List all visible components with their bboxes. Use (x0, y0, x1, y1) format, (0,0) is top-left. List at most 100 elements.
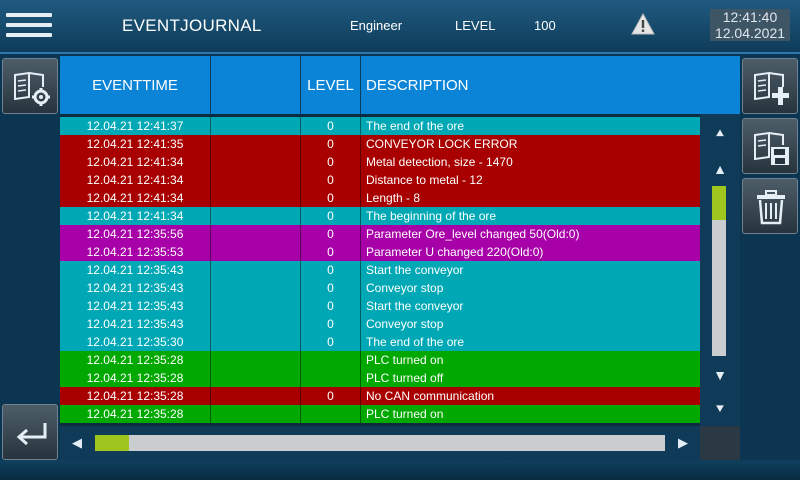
event-empty-cell (211, 405, 301, 423)
event-time: 12.04.21 12:35:43 (60, 279, 211, 297)
table-row[interactable]: 12.04.21 12:41:34 0 Distance to metal - … (60, 171, 700, 189)
event-description: Parameter Ore_level changed 50(Old:0) (366, 227, 580, 241)
event-level (301, 405, 361, 423)
table-row[interactable]: 12.04.21 12:35:28 0 No CAN communication (60, 387, 700, 405)
event-level: 0 (301, 261, 361, 279)
table-header: EVENTTIME LEVEL DESCRIPTION (60, 56, 740, 114)
vertical-scroll-track[interactable] (712, 186, 726, 356)
event-level: 0 (301, 243, 361, 261)
clock-time: 12:41:40 (710, 9, 790, 25)
scroll-down-icon[interactable]: ▼ (708, 364, 732, 386)
event-empty-cell (211, 297, 301, 315)
event-empty-cell (211, 351, 301, 369)
event-description: PLC turned on (366, 407, 444, 421)
event-empty-cell (211, 171, 301, 189)
scroll-corner (700, 426, 740, 460)
event-description: Conveyor stop (366, 317, 444, 331)
event-time: 12.04.21 12:35:56 (60, 225, 211, 243)
column-header-eventtime[interactable]: EVENTTIME (60, 56, 211, 114)
event-time: 12.04.21 12:41:34 (60, 207, 211, 225)
event-time: 12.04.21 12:35:28 (60, 405, 211, 423)
column-header-empty[interactable] (211, 56, 301, 114)
event-empty-cell (211, 261, 301, 279)
event-description: The beginning of the ore (366, 209, 497, 223)
journal-settings-icon (14, 71, 50, 106)
table-row[interactable]: 12.04.21 12:35:28 PLC turned on (60, 405, 700, 423)
event-empty-cell (211, 333, 301, 351)
event-time: 12.04.21 12:41:34 (60, 153, 211, 171)
event-level: 0 (301, 189, 361, 207)
event-description: PLC turned off (366, 371, 444, 385)
event-time: 12.04.21 12:35:43 (60, 297, 211, 315)
event-level: 0 (301, 225, 361, 243)
table-row[interactable]: 12.04.21 12:35:43 0 Conveyor stop (60, 315, 700, 333)
save-button[interactable] (742, 118, 798, 174)
event-empty-cell (211, 279, 301, 297)
add-entry-button[interactable] (742, 58, 798, 114)
scroll-left-icon[interactable]: ◀ (66, 432, 88, 454)
bottom-bar (0, 460, 800, 480)
right-panel (740, 56, 800, 460)
event-time: 12.04.21 12:35:43 (60, 315, 211, 333)
event-empty-cell (211, 315, 301, 333)
scroll-right-icon[interactable]: ▶ (672, 432, 694, 454)
table-row[interactable]: 12.04.21 12:35:28 PLC turned off (60, 369, 700, 387)
table-row[interactable]: 12.04.21 12:41:34 0 Length - 8 (60, 189, 700, 207)
table-row[interactable]: 12.04.21 12:35:43 0 Conveyor stop (60, 279, 700, 297)
event-time: 12.04.21 12:35:30 (60, 333, 211, 351)
event-level: 0 (301, 207, 361, 225)
journal-settings-button[interactable] (2, 58, 58, 114)
table-row[interactable]: 12.04.21 12:35:56 0 Parameter Ore_level … (60, 225, 700, 243)
level-label: LEVEL (455, 18, 496, 33)
left-panel (0, 56, 60, 460)
event-time: 12.04.21 12:35:28 (60, 369, 211, 387)
event-level: 0 (301, 279, 361, 297)
table-row[interactable]: 12.04.21 12:35:53 0 Parameter U changed … (60, 243, 700, 261)
column-header-level[interactable]: LEVEL (301, 56, 361, 114)
event-time: 12.04.21 12:41:35 (60, 135, 211, 153)
table-row[interactable]: 12.04.21 12:35:43 0 Start the conveyor (60, 297, 700, 315)
event-level: 0 (301, 153, 361, 171)
table-row[interactable]: 12.04.21 12:35:30 0 The end of the ore (60, 333, 700, 351)
hamburger-menu-icon[interactable] (6, 8, 52, 42)
event-level: 0 (301, 297, 361, 315)
event-description: The end of the ore (366, 119, 465, 133)
event-level: 0 (301, 387, 361, 405)
delete-button[interactable] (742, 178, 798, 234)
event-description: Distance to metal - 12 (366, 173, 483, 187)
scroll-to-top-icon[interactable]: ⯅︎ (708, 122, 732, 144)
horizontal-scrollbar[interactable]: ◀ ▶ (60, 426, 700, 460)
table-row[interactable]: 12.04.21 12:41:37 0 The end of the ore (60, 117, 700, 135)
back-button[interactable] (2, 404, 58, 460)
clock-date: 12.04.2021 (710, 25, 790, 41)
vertical-scrollbar[interactable]: ⯅︎ ▲ ▼ ⯆︎ (700, 114, 740, 426)
event-empty-cell (211, 153, 301, 171)
event-level: 0 (301, 135, 361, 153)
table-row[interactable]: 12.04.21 12:35:28 PLC turned on (60, 351, 700, 369)
table-row[interactable]: 12.04.21 12:41:34 0 The beginning of the… (60, 207, 700, 225)
scroll-up-icon[interactable]: ▲ (708, 158, 732, 180)
event-time: 12.04.21 12:35:43 (60, 261, 211, 279)
top-bar: EVENTJOURNAL Engineer LEVEL 100 12:41:40… (0, 0, 800, 54)
event-time: 12.04.21 12:41:34 (60, 189, 211, 207)
event-table[interactable]: 12.04.21 12:41:37 0 The end of the ore 1… (60, 114, 700, 426)
event-description: Start the conveyor (366, 299, 464, 313)
vertical-scroll-thumb[interactable] (712, 186, 726, 220)
event-empty-cell (211, 369, 301, 387)
scroll-to-bottom-icon[interactable]: ⯆︎ (708, 398, 732, 420)
event-description: Length - 8 (366, 191, 421, 205)
horizontal-scroll-thumb[interactable] (95, 435, 129, 451)
level-value: 100 (534, 18, 556, 33)
event-description: CONVEYOR LOCK ERROR (366, 137, 518, 151)
back-arrow-icon (16, 423, 47, 446)
event-time: 12.04.21 12:41:37 (60, 117, 211, 135)
warning-triangle-icon[interactable] (631, 12, 655, 36)
horizontal-scroll-track[interactable] (95, 435, 665, 451)
event-description: Parameter U changed 220(Old:0) (366, 245, 544, 259)
table-row[interactable]: 12.04.21 12:41:35 0 CONVEYOR LOCK ERROR (60, 135, 700, 153)
event-level: 0 (301, 333, 361, 351)
column-header-description[interactable]: DESCRIPTION (361, 56, 740, 114)
table-row[interactable]: 12.04.21 12:41:34 0 Metal detection, siz… (60, 153, 700, 171)
table-row[interactable]: 12.04.21 12:35:43 0 Start the conveyor (60, 261, 700, 279)
event-level: 0 (301, 117, 361, 135)
